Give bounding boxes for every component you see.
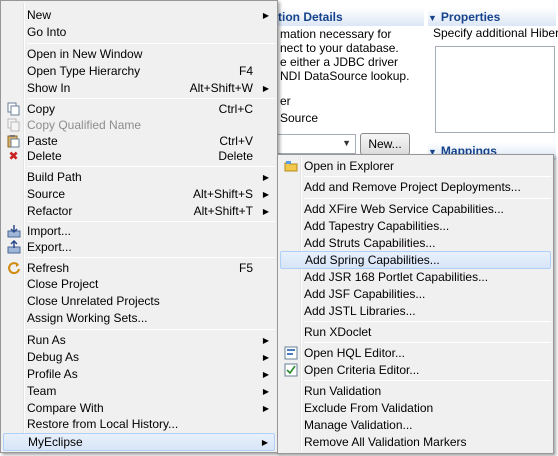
myeclipse-submenu: Open in Explorer Add and Remove Project … (277, 154, 554, 454)
menu-item-compare-with[interactable]: Compare With ▶ (3, 400, 275, 417)
connection-combo[interactable]: ▼ (276, 134, 356, 154)
chevron-down-icon: ▼ (342, 138, 351, 148)
menu-separator (304, 342, 551, 343)
copy-icon (6, 102, 21, 117)
connection-description-line-3: e either a JDBC driver (280, 55, 399, 69)
menu-item-add-struts-capabilities[interactable]: Add Struts Capabilities... (280, 235, 551, 252)
menu-separator (27, 43, 275, 44)
menu-item-add-tapestry-capabilities[interactable]: Add Tapestry Capabilities... (280, 218, 551, 235)
menu-item-new[interactable]: New ▶ (3, 7, 275, 24)
connection-details-header[interactable]: tion Details (278, 8, 424, 26)
menu-separator (304, 321, 551, 322)
submenu-arrow-icon: ▶ (262, 404, 269, 413)
menu-item-open-hql-editor[interactable]: Open HQL Editor... (280, 345, 551, 362)
properties-description: Specify additional Hiber (433, 26, 558, 40)
menu-item-close-project[interactable]: Close Project (3, 276, 275, 293)
menu-item-restore-from-local-history[interactable]: Restore from Local History... (3, 416, 275, 433)
menu-item-add-xfire-capabilities[interactable]: Add XFire Web Service Capabilities... (280, 201, 551, 218)
menu-separator (27, 221, 275, 222)
refresh-icon (6, 261, 21, 276)
connection-description-line-1: mation necessary for (280, 27, 392, 41)
menu-item-open-in-new-window[interactable]: Open in New Window (3, 46, 275, 63)
menu-item-assign-working-sets[interactable]: Assign Working Sets... (3, 310, 275, 327)
import-icon (6, 224, 21, 239)
submenu-arrow-icon: ▶ (262, 353, 269, 362)
submenu-arrow-icon: ▶ (262, 173, 269, 182)
menu-item-run-validation[interactable]: Run Validation (280, 383, 551, 400)
menu-item-debug-as[interactable]: Debug As ▶ (3, 349, 275, 366)
menu-item-remove-all-validation-markers[interactable]: Remove All Validation Markers (280, 434, 551, 451)
submenu-arrow-icon: ▶ (261, 438, 268, 447)
submenu-arrow-icon: ▶ (262, 370, 269, 379)
menu-item-delete[interactable]: ✖ Delete Delete (3, 148, 275, 165)
context-menu: New ▶ Go Into Open in New Window Open Ty… (0, 0, 278, 453)
delete-icon: ✖ (8, 149, 19, 163)
menu-item-add-jsr168-portlet-capabilities[interactable]: Add JSR 168 Portlet Capabilities... (280, 269, 551, 286)
menu-item-run-xdoclet[interactable]: Run XDoclet (280, 324, 551, 341)
menu-item-open-criteria-editor[interactable]: Open Criteria Editor... (280, 362, 551, 379)
collapse-triangle-icon: ▼ (428, 13, 437, 23)
properties-text-area[interactable] (435, 46, 555, 133)
menu-item-build-path[interactable]: Build Path ▶ (3, 169, 275, 186)
menu-item-source[interactable]: Source Alt+Shift+S ▶ (3, 186, 275, 203)
menu-item-import[interactable]: Import... (3, 223, 275, 240)
menu-item-run-as[interactable]: Run As ▶ (3, 332, 275, 349)
menu-separator (27, 329, 275, 330)
menu-item-refactor[interactable]: Refactor Alt+Shift+T ▶ (3, 203, 275, 220)
menu-item-exclude-from-validation[interactable]: Exclude From Validation (280, 400, 551, 417)
submenu-arrow-icon: ▶ (262, 207, 269, 216)
menu-item-manage-validation[interactable]: Manage Validation... (280, 417, 551, 434)
menu-separator (27, 98, 275, 99)
menu-separator (304, 198, 551, 199)
submenu-arrow-icon: ▶ (262, 190, 269, 199)
menu-item-profile-as[interactable]: Profile As ▶ (3, 366, 275, 383)
menu-item-copy[interactable]: Copy Ctrl+C (3, 101, 275, 118)
menu-item-export[interactable]: Export... (3, 239, 275, 256)
menu-separator (27, 257, 275, 258)
menu-item-team[interactable]: Team ▶ (3, 383, 275, 400)
hql-editor-icon (283, 346, 298, 361)
menu-item-show-in[interactable]: Show In Alt+Shift+W ▶ (3, 80, 275, 97)
connection-description-line-4: NDI DataSource lookup. (280, 69, 410, 83)
menu-item-close-unrelated-projects[interactable]: Close Unrelated Projects (3, 293, 275, 310)
submenu-arrow-icon: ▶ (262, 336, 269, 345)
properties-header[interactable]: ▼ Properties (428, 8, 556, 26)
menu-item-myeclipse[interactable]: MyEclipse ▶ (3, 433, 275, 451)
criteria-editor-icon (283, 363, 298, 378)
menu-item-add-spring-capabilities[interactable]: Add Spring Capabilities... (280, 251, 551, 269)
paste-icon (6, 134, 21, 149)
folder-explorer-icon (283, 159, 298, 174)
driver-option-label[interactable]: er (280, 94, 291, 108)
submenu-arrow-icon: ▶ (262, 11, 269, 20)
connection-description-line-2: nect to your database. (280, 41, 399, 55)
new-button[interactable]: New... (360, 133, 410, 155)
copy-qualified-name-icon (6, 118, 21, 133)
menu-separator (304, 176, 551, 177)
menu-separator (304, 380, 551, 381)
submenu-arrow-icon: ▶ (262, 84, 269, 93)
menu-item-copy-qualified-name[interactable]: Copy Qualified Name (3, 117, 275, 134)
menu-item-open-type-hierarchy[interactable]: Open Type Hierarchy F4 (3, 63, 275, 80)
menu-item-open-in-explorer[interactable]: Open in Explorer (280, 158, 551, 175)
menu-item-go-into[interactable]: Go Into (3, 24, 275, 41)
submenu-arrow-icon: ▶ (262, 387, 269, 396)
menu-item-add-jsf-capabilities[interactable]: Add JSF Capabilities... (280, 286, 551, 303)
datasource-option-label[interactable]: Source (280, 111, 318, 125)
menu-item-add-jstl-libraries[interactable]: Add JSTL Libraries... (280, 303, 551, 320)
menu-item-refresh[interactable]: Refresh F5 (3, 260, 275, 277)
menu-item-add-remove-project-deployments[interactable]: Add and Remove Project Deployments... (280, 179, 551, 196)
menu-separator (27, 166, 275, 167)
export-icon (6, 239, 21, 255)
